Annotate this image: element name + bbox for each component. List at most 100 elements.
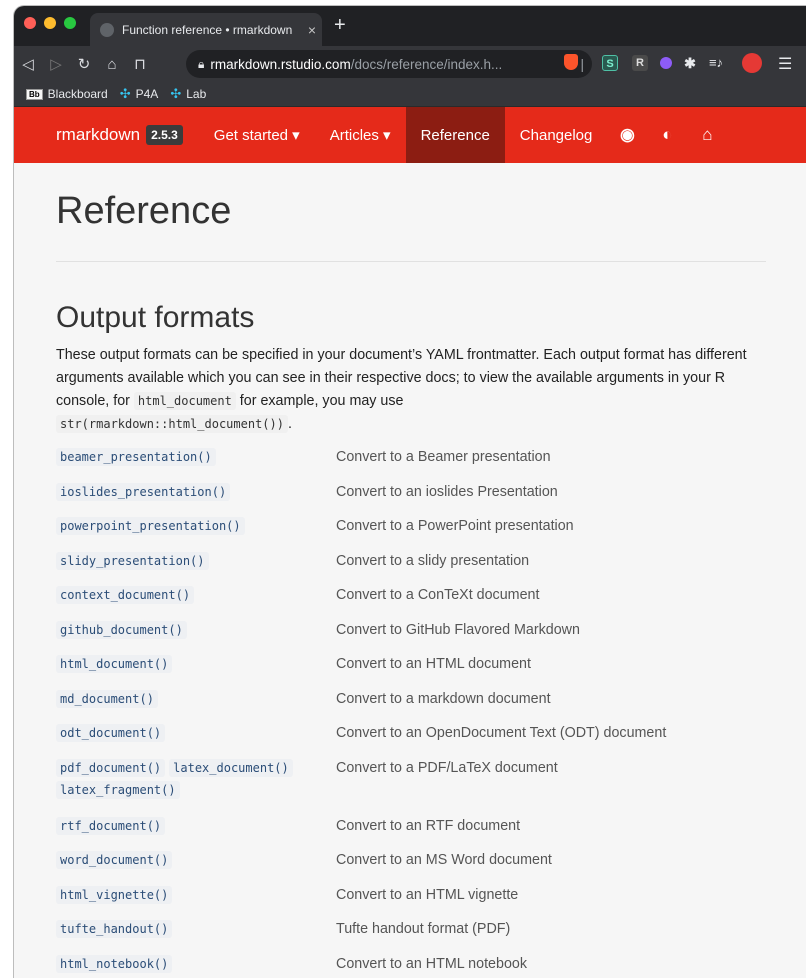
table-row: html_document() Convert to an HTML docume… xyxy=(56,651,666,686)
table-row: md_document() Convert to a markdown docum… xyxy=(56,686,666,721)
function-description: Convert to an HTML notebook xyxy=(336,955,527,972)
main-content: Reference Output formats These output fo… xyxy=(14,187,806,978)
nav-articles[interactable]: Articles ▾ xyxy=(315,107,406,163)
lock-icon: 🔒︎ xyxy=(198,56,205,71)
nav-changelog[interactable]: Changelog xyxy=(505,107,608,163)
bookmark-lab[interactable]: ✣ Lab xyxy=(170,86,206,102)
function-cell: html_notebook() xyxy=(56,951,336,978)
function-cell: beamer_presentation() xyxy=(56,444,336,479)
function-description: Convert to a slidy presentation xyxy=(336,552,530,569)
tab-favicon-icon xyxy=(100,22,114,37)
minimize-window-button[interactable] xyxy=(44,17,56,29)
url-path: /docs/reference/index.h... xyxy=(350,56,503,72)
browser-menu-icon[interactable]: ☰ xyxy=(778,54,792,74)
function-description: Convert to GitHub Flavored Markdown xyxy=(336,621,580,638)
tab-title: Function reference • rmarkdown xyxy=(122,22,293,37)
extension-s-icon[interactable]: S xyxy=(602,55,618,71)
bookmark-icon[interactable]: ⊓ xyxy=(126,55,154,73)
table-row: html_vignette() Convert to an HTML vignet… xyxy=(56,882,666,917)
table-row: context_document() Convert to a ConTeXt d… xyxy=(56,582,666,617)
function-description: Convert to a markdown document xyxy=(336,690,551,707)
table-row: tufte_handout() Tufte handout format (PDF… xyxy=(56,916,666,951)
brand[interactable]: rmarkdown 2.5.3 xyxy=(56,125,183,145)
function-link[interactable]: powerpoint_presentation() xyxy=(56,517,245,535)
bookmark-p4a[interactable]: ✣ P4A xyxy=(120,86,159,102)
github-icon[interactable]: ◉ xyxy=(607,125,647,145)
reference-table: beamer_presentation() Convert to a Beamer… xyxy=(56,444,666,978)
close-window-button[interactable] xyxy=(24,17,36,29)
intro-code: str(rmarkdown::html_document()) xyxy=(56,415,288,433)
address-bar[interactable]: 🔒︎ rmarkdown.rstudio.com /docs/reference… xyxy=(186,50,592,78)
function-cell: html_document() xyxy=(56,651,336,686)
url-separator: | xyxy=(580,56,584,72)
nav-reference[interactable]: Reference xyxy=(405,107,505,163)
intro-code: html_document xyxy=(133,392,236,410)
function-link[interactable]: odt_document() xyxy=(56,724,166,742)
function-link[interactable]: md_document() xyxy=(56,689,158,708)
zoom-window-button[interactable] xyxy=(64,17,76,29)
browser-tab[interactable]: Function reference • rmarkdown × xyxy=(90,13,322,46)
function-description: Convert to an ioslides Presentation xyxy=(336,483,558,500)
function-link[interactable]: latex_fragment() xyxy=(56,780,180,799)
slack-icon: ✣ xyxy=(170,86,182,101)
function-link[interactable]: ioslides_presentation() xyxy=(56,482,231,501)
function-cell: tufte_handout() xyxy=(56,916,336,951)
function-cell: odt_document() xyxy=(56,720,336,755)
page-title: Reference xyxy=(56,190,232,232)
back-icon[interactable]: ◁ xyxy=(14,55,42,73)
table-row: word_document() Convert to an MS Word doc… xyxy=(56,847,666,882)
function-link[interactable]: html_notebook() xyxy=(56,954,173,973)
function-link[interactable]: word_document() xyxy=(56,851,173,869)
forward-icon[interactable]: ▷ xyxy=(42,55,70,73)
table-row: html_notebook() Convert to an HTML notebo… xyxy=(56,951,666,978)
function-link[interactable]: tufte_handout() xyxy=(56,920,173,938)
bookmarks-bar: Bb Blackboard ✣ P4A ✣ Lab xyxy=(14,82,806,107)
function-link[interactable]: html_vignette() xyxy=(56,885,173,904)
function-link[interactable]: beamer_presentation() xyxy=(56,448,216,466)
extension-cube-icon[interactable] xyxy=(660,57,672,69)
window-controls xyxy=(24,17,76,29)
function-cell: md_document() xyxy=(56,686,336,721)
bookmark-label: Lab xyxy=(186,87,207,101)
home-site-icon[interactable]: ⌂ xyxy=(687,125,727,145)
profile-avatar[interactable] xyxy=(742,53,762,73)
function-link[interactable]: github_document() xyxy=(56,620,187,639)
bookmark-blackboard[interactable]: Bb Blackboard xyxy=(26,87,108,101)
function-cell: html_vignette() xyxy=(56,882,336,917)
function-cell: ioslides_presentation() xyxy=(56,479,336,514)
function-cell: word_document() xyxy=(56,847,336,882)
table-row: powerpoint_presentation() Convert to a Po… xyxy=(56,513,666,548)
brave-shields-icon[interactable] xyxy=(564,54,578,70)
section-title: Output formats xyxy=(56,301,255,334)
bookmark-label: Blackboard xyxy=(47,87,108,101)
function-description: Convert to a PowerPoint presentation xyxy=(336,518,574,534)
function-description: Convert to an MS Word document xyxy=(336,852,552,868)
function-link[interactable]: pdf_document() xyxy=(56,758,166,777)
function-description: Convert to an HTML vignette xyxy=(336,886,519,903)
function-cell: github_document() xyxy=(56,617,336,652)
version-badge: 2.5.3 xyxy=(146,125,183,145)
nav-get-started[interactable]: Get started ▾ xyxy=(199,107,315,163)
section-intro: These output formats can be specified in… xyxy=(56,344,772,436)
bookmark-label: P4A xyxy=(135,87,159,101)
function-description: Convert to an OpenDocument Text (ODT) do… xyxy=(336,725,667,741)
new-tab-button[interactable]: + xyxy=(334,15,346,35)
function-link[interactable]: rtf_document() xyxy=(56,816,166,835)
table-row: pdf_document() latex_document() latex_frag… xyxy=(56,755,666,813)
function-description: Convert to a ConTeXt document xyxy=(336,587,540,603)
home-icon[interactable]: ⌂ xyxy=(98,56,126,73)
tab-close-icon[interactable]: × xyxy=(302,22,322,38)
function-description: Convert to an RTF document xyxy=(336,817,521,834)
function-cell: rtf_document() xyxy=(56,813,336,848)
function-link[interactable]: slidy_presentation() xyxy=(56,551,209,570)
extension-r-icon[interactable]: R xyxy=(632,55,648,71)
discussion-icon[interactable]: ◐ xyxy=(647,125,687,145)
media-queue-icon[interactable]: ≡♪ xyxy=(708,55,724,71)
function-description: Convert to a Beamer presentation xyxy=(336,449,551,465)
function-link[interactable]: latex_document() xyxy=(169,758,293,777)
function-link[interactable]: html_document() xyxy=(56,655,173,673)
extensions-puzzle-icon[interactable]: ✱ xyxy=(682,56,698,72)
function-link[interactable]: context_document() xyxy=(56,586,195,604)
reload-icon[interactable]: ↻ xyxy=(70,55,98,73)
function-cell: context_document() xyxy=(56,582,336,617)
